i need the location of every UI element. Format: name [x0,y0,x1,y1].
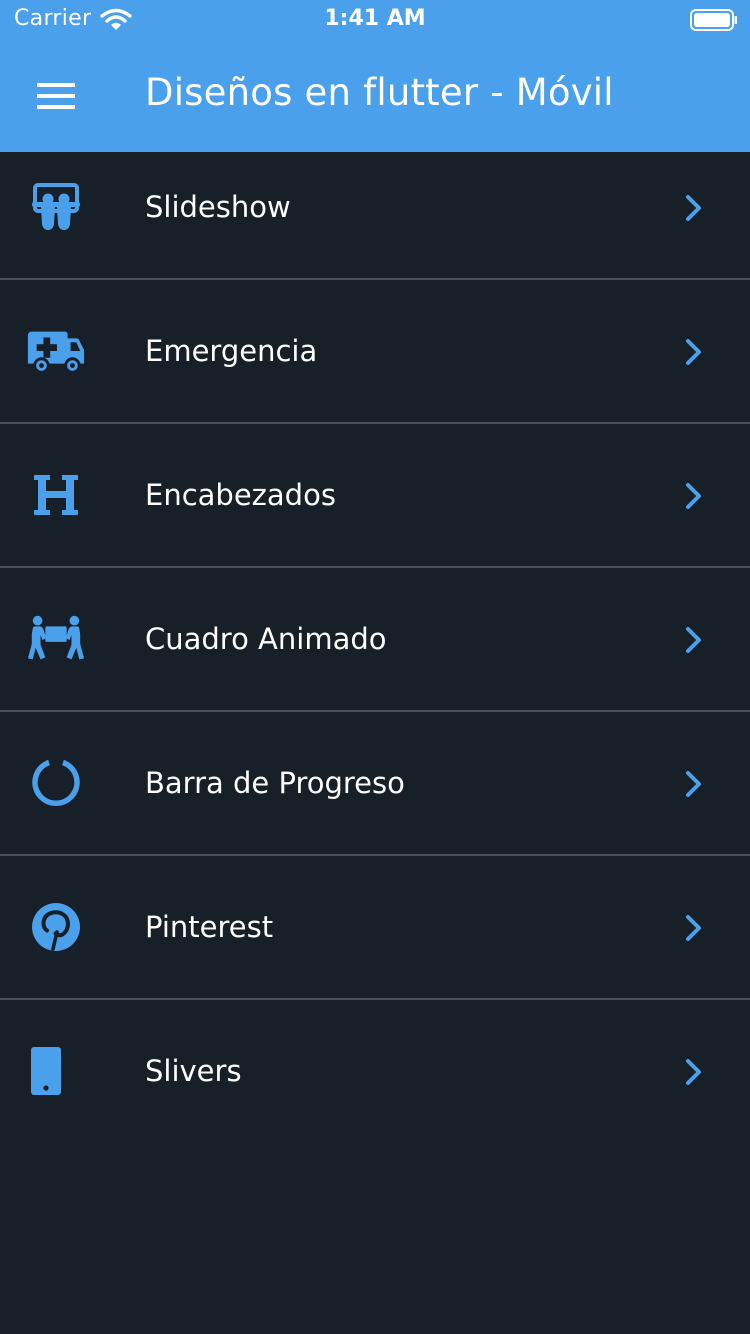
app-bar: Diseños en flutter - Móvil [0,40,750,152]
slideshare-icon [26,178,86,238]
heading-icon [26,465,86,525]
menu-list: Slideshow Emergencia Encabezados Cuadro … [0,152,750,1142]
chevron-right-icon [686,771,701,797]
chevron-right-icon [686,339,701,365]
chevron-right-icon [686,1059,701,1085]
menu-item-encabezados[interactable]: Encabezados [0,424,750,568]
status-time: 1:41 AM [324,6,426,31]
menu-item-label: Barra de Progreso [145,766,405,800]
pinterest-icon [26,897,86,957]
status-bar: Carrier 1:41 AM [0,0,750,40]
chevron-right-icon [686,915,701,941]
chevron-right-icon [686,627,701,653]
menu-item-label: Slivers [145,1054,242,1088]
menu-item-barra-de-progreso[interactable]: Barra de Progreso [0,712,750,856]
header-background: Carrier 1:41 AM Diseños en flutter - Móv… [0,0,750,152]
menu-item-label: Pinterest [145,910,274,944]
menu-item-label: Cuadro Animado [145,622,387,656]
page-title: Diseños en flutter - Móvil [145,71,614,114]
hamburger-menu-button[interactable] [24,70,88,122]
menu-item-label: Slideshow [145,190,291,224]
chevron-right-icon [686,195,701,221]
people-carry-icon [26,609,86,669]
menu-item-label: Emergencia [145,334,318,368]
battery-icon [690,9,737,31]
menu-item-slivers[interactable]: Slivers [0,1000,750,1142]
chevron-right-icon [686,483,701,509]
hamburger-menu-icon [37,83,75,109]
menu-item-cuadro-animado[interactable]: Cuadro Animado [0,568,750,712]
menu-item-pinterest[interactable]: Pinterest [0,856,750,1000]
ambulance-icon [26,321,86,381]
mobile-phone-icon [16,1041,76,1101]
circle-notch-icon [26,753,86,813]
menu-item-slideshow[interactable]: Slideshow [0,152,750,280]
menu-item-emergencia[interactable]: Emergencia [0,280,750,424]
menu-item-label: Encabezados [145,478,336,512]
